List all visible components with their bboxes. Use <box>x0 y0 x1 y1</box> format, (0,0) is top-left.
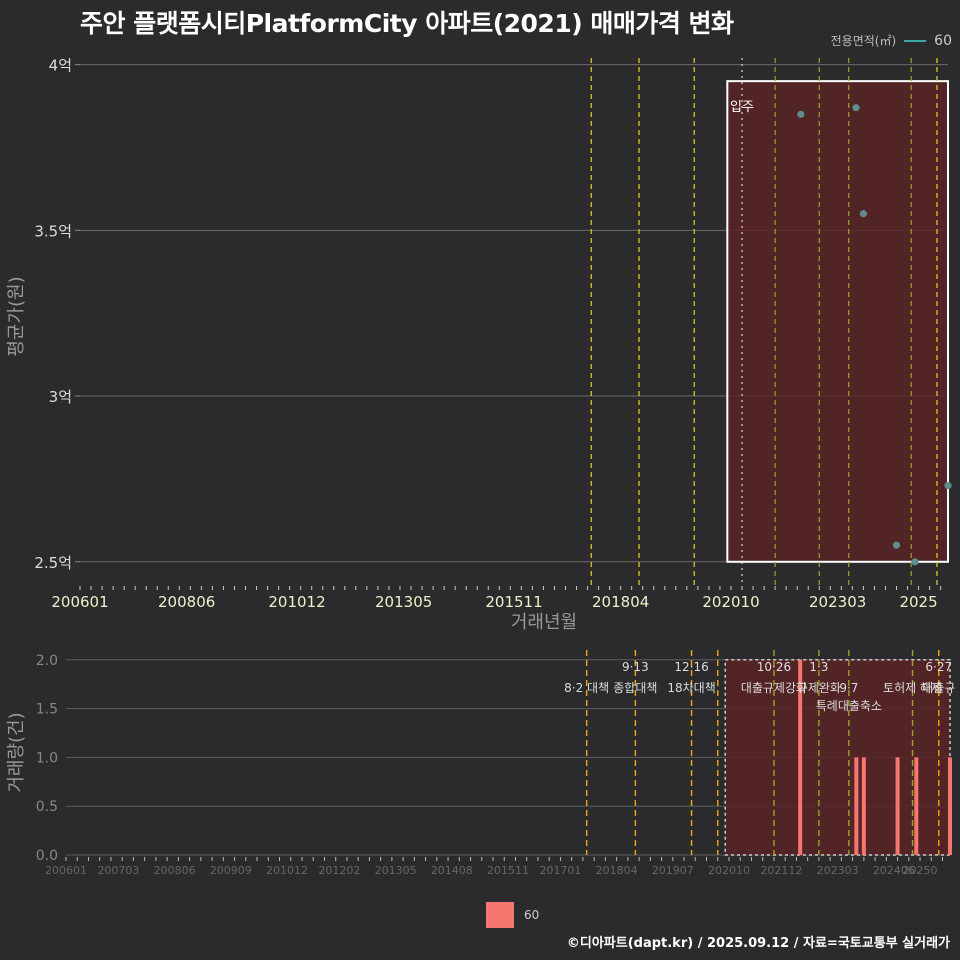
volume-bar <box>854 757 859 855</box>
policy-name-label: 특례대출축소 <box>816 699 882 713</box>
policy-name-label: 규제완화 <box>797 681 841 695</box>
x-tick-label: 201408 <box>431 864 473 877</box>
y-axis-title: 거래량(건) <box>6 712 27 792</box>
x-tick-label: 201907 <box>652 864 694 877</box>
volume-bar <box>914 757 919 855</box>
footer-credit: ©디아파트(dapt.kr) / 2025.09.12 / 자료=국토교통부 실… <box>566 936 950 951</box>
x-tick-label: 202010 <box>708 864 750 877</box>
x-tick-label: 201511 <box>487 864 529 877</box>
x-tick-label: 200806 <box>154 864 196 877</box>
x-tick-label: 200703 <box>97 864 139 877</box>
policy-date-label: 10·26 <box>757 660 791 674</box>
volume-bar <box>895 757 900 855</box>
legend-label: 60 <box>524 908 540 922</box>
x-tick-label: 201804 <box>596 864 638 877</box>
x-tick-label: 202112 <box>760 864 802 877</box>
y-tick-label: 1.0 <box>36 750 58 766</box>
policy-date-label: 12·16 <box>674 660 708 674</box>
policy-date-label: 1·3 <box>809 660 828 674</box>
policy-name-label: 대출규 <box>922 681 955 695</box>
y-tick-label: 2.0 <box>36 653 58 669</box>
policy-name-label: 18차대책 <box>667 680 715 695</box>
policy-date-label: 9·13 <box>622 660 649 674</box>
x-tick-label: 20250 <box>903 864 938 877</box>
volume-chart: 0.0 0.5 1.0 1.5 2.0 8·2 대책 9·13 종합대책 12·16 18차대책 1… <box>6 650 955 877</box>
x-tick-label: 201202 <box>318 864 360 877</box>
policy-date-label: 6·27 <box>925 660 952 674</box>
x-tick-label: 201701 <box>539 864 581 877</box>
volume-bar <box>861 757 866 855</box>
y-tick-label: 0.5 <box>36 799 58 815</box>
policy-name-label: 9·7 <box>839 681 858 695</box>
x-tick-label: 201305 <box>375 864 417 877</box>
volume-legend: 60 <box>486 902 539 928</box>
volume-bar <box>948 757 952 855</box>
policy-name-label: 종합대책 <box>613 680 657 695</box>
y-tick-label: 1.5 <box>36 702 58 718</box>
x-tick-label: 200601 <box>45 864 87 877</box>
legend-swatch-bar <box>486 902 514 928</box>
policy-name-label: 8·2 대책 <box>564 680 609 695</box>
x-tick-label: 201012 <box>266 864 308 877</box>
y-tick-label: 0.0 <box>36 848 58 864</box>
x-tick-label: 202303 <box>817 864 859 877</box>
x-tick-label: 200909 <box>210 864 252 877</box>
